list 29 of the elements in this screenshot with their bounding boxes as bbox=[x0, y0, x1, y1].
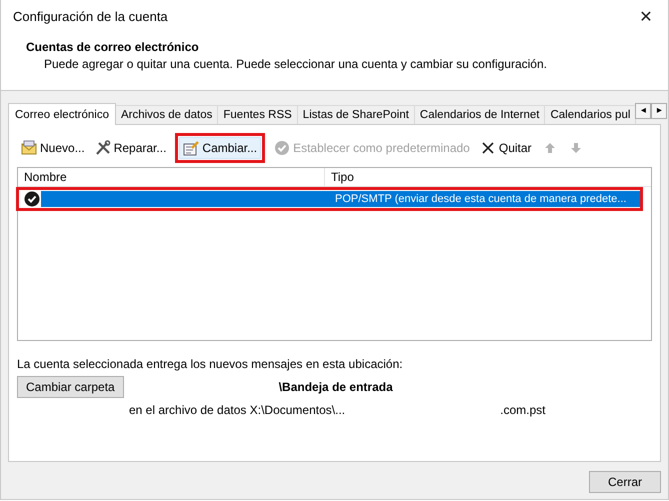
description-text: Puede agregar o quitar una cuenta. Puede seleccionar una cuenta y cambiar su configuración. bbox=[44, 57, 548, 71]
close-button[interactable]: Cerrar bbox=[589, 471, 661, 493]
tab[interactable]: Correo electrónico bbox=[8, 103, 116, 125]
close-icon bbox=[480, 140, 496, 156]
account-row[interactable]: POP/SMTP (enviar desde esta cuenta de manera predete... bbox=[19, 190, 640, 208]
check-circle-icon bbox=[274, 140, 290, 156]
file-path-text: en el archivo de datos X:\Documentos\... bbox=[129, 403, 346, 417]
envelope-icon bbox=[21, 140, 37, 156]
scroll-left-button[interactable]: ◂ bbox=[635, 103, 652, 119]
section-title: Cuentas de correo electrónico bbox=[26, 40, 200, 54]
column-header[interactable]: Nombre bbox=[18, 168, 325, 186]
folder-name: \Bandeja de entrada bbox=[278, 380, 393, 394]
delivery-label: La cuenta seleccionada entrega los nuevos mensajes en esta ubicación: bbox=[17, 357, 404, 371]
toolbar-button[interactable]: Nuevo... bbox=[17, 137, 89, 159]
account-list[interactable]: Nombre Tipo POP/SMTP (enviar desde esta cuenta de manera predete... bbox=[17, 167, 652, 341]
scroll-right-button[interactable]: ▸ bbox=[651, 103, 668, 119]
toolbar-button[interactable]: Quitar bbox=[476, 137, 536, 159]
close-button[interactable]: ✕ bbox=[624, 1, 668, 31]
tools-icon bbox=[94, 140, 111, 156]
table-cell: POP/SMTP (enviar desde esta cuenta de manera predete... bbox=[329, 191, 640, 207]
card-pencil-icon bbox=[183, 140, 200, 156]
change-folder-button[interactable]: Cambiar carpeta bbox=[17, 376, 124, 398]
tab[interactable]: Calendarios pul bbox=[544, 105, 636, 124]
toolbar-button[interactable]: Reparar... bbox=[90, 137, 170, 159]
window-title: Configuración de la cuenta bbox=[13, 8, 168, 24]
file-path-text: .com.pst bbox=[500, 403, 546, 417]
toolbar-button[interactable]: Cambiar... bbox=[179, 137, 262, 159]
column-header[interactable]: Tipo bbox=[325, 168, 651, 186]
check-badge-icon bbox=[24, 191, 40, 207]
